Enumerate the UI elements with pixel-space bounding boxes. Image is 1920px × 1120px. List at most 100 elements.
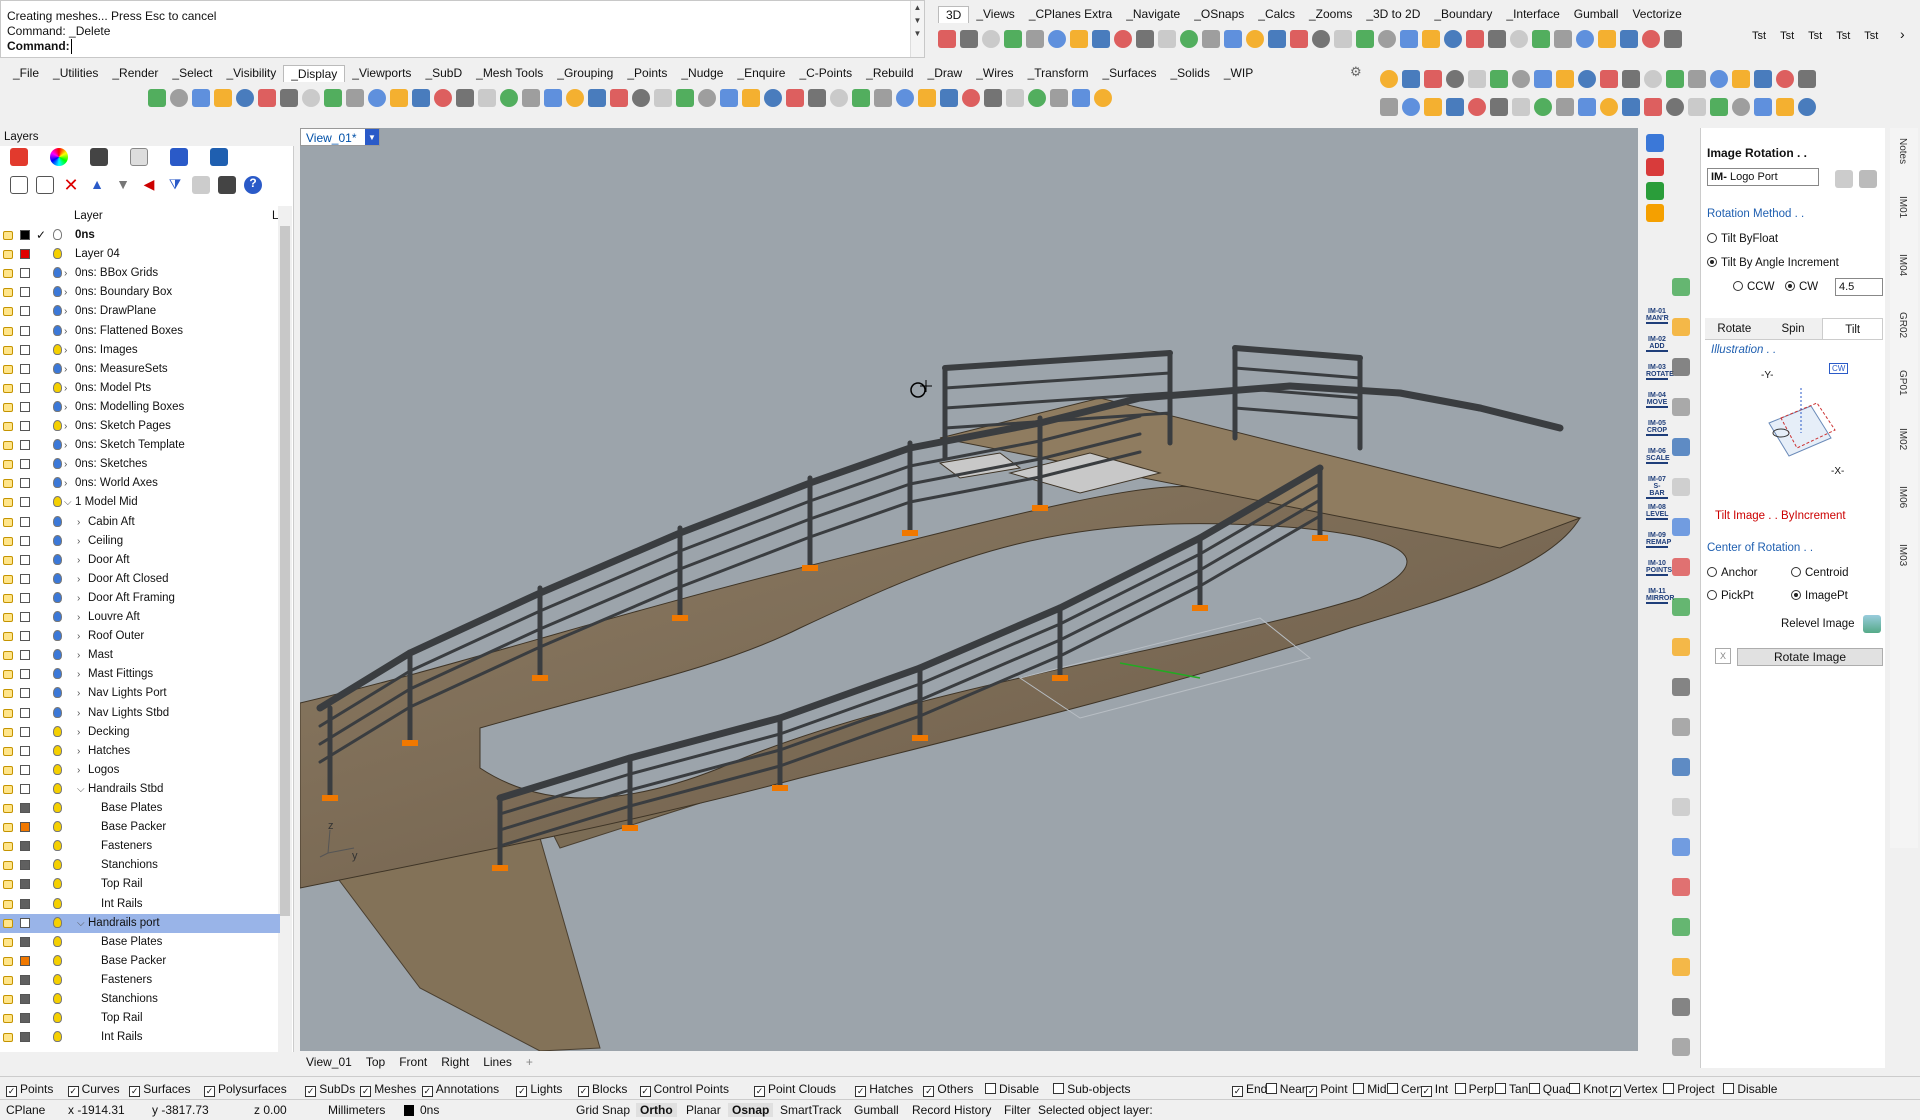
move-down-icon[interactable]: ▼: [114, 176, 132, 194]
perspective-viewport[interactable]: z y: [300, 128, 1638, 1051]
toolbar-tool-icon[interactable]: [1136, 30, 1154, 48]
toolbar-tool-icon[interactable]: [698, 89, 716, 107]
filter-checkbox[interactable]: ✓ Vertex: [1609, 1082, 1658, 1097]
toolbar-tool-icon[interactable]: [940, 89, 958, 107]
layer-row[interactable]: › Decking: [0, 723, 280, 742]
image-tool-button[interactable]: IM-01 MAN'R: [1646, 308, 1669, 324]
layer-row[interactable]: Base Plates: [0, 933, 280, 952]
wrench-icon[interactable]: [218, 176, 236, 194]
layer-color-swatch[interactable]: [20, 573, 30, 584]
lock-icon[interactable]: [3, 956, 13, 966]
expand-chevron-right-icon[interactable]: ›: [77, 589, 80, 608]
toolbar-tool-icon[interactable]: [654, 89, 672, 107]
toolbar-tool-icon[interactable]: [962, 89, 980, 107]
units-label[interactable]: Millimeters: [328, 1103, 385, 1117]
strip-tool-icon[interactable]: [1672, 838, 1690, 856]
toolbar-tool-icon[interactable]: [1622, 98, 1640, 116]
layer-color-swatch[interactable]: [20, 955, 30, 966]
lock-icon[interactable]: [3, 651, 13, 661]
visibility-bulb-icon[interactable]: [53, 935, 62, 947]
toolbar-tool-icon[interactable]: [720, 89, 738, 107]
expand-chevron-right-icon[interactable]: ›: [77, 684, 80, 703]
expand-chevron-right-icon[interactable]: ›: [77, 723, 80, 742]
toolbar-tool-icon[interactable]: [1380, 98, 1398, 116]
layer-color-swatch[interactable]: [20, 325, 30, 336]
lock-icon[interactable]: [3, 823, 13, 833]
layer-row[interactable]: › 0ns: World Axes: [0, 474, 280, 493]
toolbar-tool-icon[interactable]: [588, 89, 606, 107]
layer-row[interactable]: Base Plates: [0, 799, 280, 818]
filter-checkbox[interactable]: ✓ Curves: [67, 1082, 120, 1097]
layer-color-swatch[interactable]: [20, 803, 30, 813]
strip-tool-icon[interactable]: [1646, 134, 1664, 152]
visibility-bulb-icon[interactable]: [53, 1012, 62, 1024]
visibility-bulb-icon[interactable]: [53, 591, 62, 603]
layer-row[interactable]: › 0ns: Sketch Template: [0, 436, 280, 455]
layer-row[interactable]: › Cabin Aft: [0, 513, 280, 532]
toolbar-tool-icon[interactable]: [1622, 70, 1640, 88]
toolbar-tool-icon[interactable]: [1556, 98, 1574, 116]
layer-color-swatch[interactable]: [20, 1013, 30, 1024]
toolbar-tool-icon[interactable]: [960, 30, 978, 48]
toolbar-tool-icon[interactable]: [148, 89, 166, 107]
expand-chevron-right-icon[interactable]: ›: [64, 322, 67, 341]
toolbar-tool-icon[interactable]: [1050, 89, 1068, 107]
toolbar-tool-icon[interactable]: [1048, 30, 1066, 48]
toolbar-tool-icon[interactable]: [1598, 30, 1616, 48]
ortho-toggle[interactable]: Ortho: [636, 1103, 677, 1117]
toolbar-tool-icon[interactable]: [1534, 98, 1552, 116]
layer-row[interactable]: › 0ns: Model Pts: [0, 379, 280, 398]
top-tab[interactable]: Gumball: [1567, 6, 1626, 23]
toolbar-tool-icon[interactable]: [544, 89, 562, 107]
viewport-tab[interactable]: Top: [366, 1052, 385, 1072]
visibility-bulb-icon[interactable]: [53, 954, 62, 966]
layer-row[interactable]: › Louvre Aft: [0, 608, 280, 627]
lock-icon[interactable]: [3, 861, 13, 871]
layer-row[interactable]: › Hatches: [0, 742, 280, 761]
strip-tool-icon[interactable]: [1672, 478, 1690, 496]
visibility-bulb-icon[interactable]: [53, 343, 62, 355]
filter-toggle[interactable]: Filter: [1004, 1103, 1031, 1117]
toolbar-tool-icon[interactable]: [1710, 70, 1728, 88]
tilt-increment-radio[interactable]: Tilt By Angle Increment: [1707, 257, 1839, 269]
toolbar-tool-icon[interactable]: [1422, 30, 1440, 48]
lock-icon[interactable]: [3, 1033, 13, 1043]
toolbar-tool-icon[interactable]: [1754, 70, 1772, 88]
filter-checkbox[interactable]: Perp: [1454, 1082, 1494, 1096]
filter-checkbox[interactable]: Quad: [1528, 1082, 1572, 1096]
lock-icon[interactable]: [3, 498, 13, 508]
toolbar-tool-icon[interactable]: [1534, 70, 1552, 88]
lock-icon[interactable]: [3, 880, 13, 890]
visibility-bulb-icon[interactable]: [53, 878, 62, 890]
top-tab[interactable]: _Zooms: [1302, 6, 1359, 23]
toolbar-tool-icon[interactable]: [1732, 70, 1750, 88]
visibility-bulb-icon[interactable]: [53, 993, 62, 1004]
layer-row[interactable]: › 0ns: DrawPlane: [0, 302, 280, 321]
visibility-bulb-icon[interactable]: [53, 229, 62, 240]
current-layer[interactable]: 0ns: [420, 1103, 439, 1117]
toolbar-tool-icon[interactable]: [1556, 70, 1574, 88]
tools-icon[interactable]: [192, 176, 210, 194]
lock-icon[interactable]: [3, 231, 13, 240]
expand-chevron-down-icon[interactable]: ⌵: [64, 493, 72, 512]
filter-checkbox[interactable]: Disable: [1723, 1082, 1777, 1096]
filter-checkbox[interactable]: Sub-objects: [1053, 1082, 1131, 1096]
lock-icon[interactable]: [3, 326, 13, 336]
layer-color-swatch[interactable]: [20, 592, 30, 603]
filter-checkbox[interactable]: ✓ End: [1232, 1082, 1267, 1097]
filter-checkbox[interactable]: ✓ Polysurfaces: [204, 1082, 287, 1097]
expand-chevron-right-icon[interactable]: ›: [64, 379, 67, 398]
toolbar-tool-icon[interactable]: [1600, 70, 1618, 88]
layer-color-swatch[interactable]: [20, 287, 30, 298]
new-layer-icon[interactable]: [10, 176, 28, 194]
visibility-bulb-icon[interactable]: [53, 534, 62, 546]
planar-toggle[interactable]: Planar: [686, 1103, 721, 1117]
display-tab-icon[interactable]: [90, 148, 108, 166]
layer-row[interactable]: › Nav Lights Port: [0, 684, 280, 703]
strip-tool-icon[interactable]: [1672, 718, 1690, 736]
main-tab[interactable]: _WIP: [1217, 65, 1260, 82]
lock-icon[interactable]: [3, 937, 13, 947]
toolbar-tool-icon[interactable]: [918, 89, 936, 107]
expand-chevron-right-icon[interactable]: ›: [64, 455, 67, 474]
toolbar-tool-icon[interactable]: [1400, 30, 1418, 48]
